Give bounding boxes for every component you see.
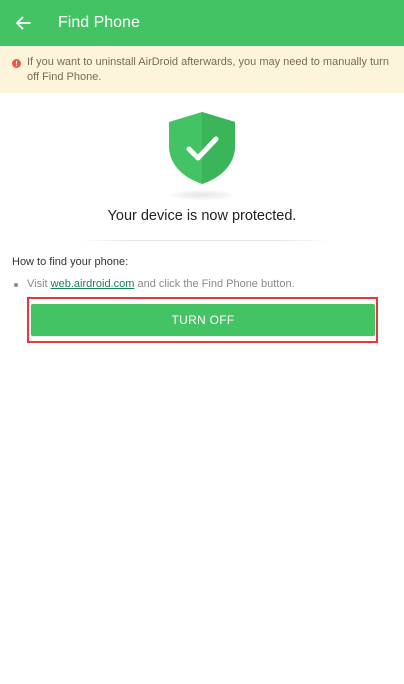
app-bar: Find Phone <box>0 0 404 46</box>
howto-title: How to find your phone: <box>12 256 129 268</box>
divider <box>80 240 330 241</box>
bullet-dot <box>14 283 18 287</box>
shield-shadow <box>171 190 233 200</box>
find-phone-screen: Find Phone If you want to uninstall AirD… <box>0 0 404 684</box>
alert-circle-icon <box>12 59 21 68</box>
instruction-text: Visit web.airdroid.com and click the Fin… <box>27 278 295 290</box>
airdroid-web-link[interactable]: web.airdroid.com <box>51 278 135 290</box>
warning-text: If you want to uninstall AirDroid afterw… <box>27 56 389 83</box>
turn-off-button[interactable]: TURN OFF <box>31 304 375 336</box>
instruction-prefix: Visit <box>27 278 51 290</box>
protected-status-text: Your device is now protected. <box>107 208 297 224</box>
arrow-left-icon <box>16 16 31 30</box>
warning-banner: If you want to uninstall AirDroid afterw… <box>0 46 404 93</box>
page-title: Find Phone <box>58 14 140 31</box>
back-button[interactable] <box>0 0 46 46</box>
instruction-suffix: and click the Find Phone button. <box>134 278 295 290</box>
shield-check-icon <box>169 112 235 184</box>
